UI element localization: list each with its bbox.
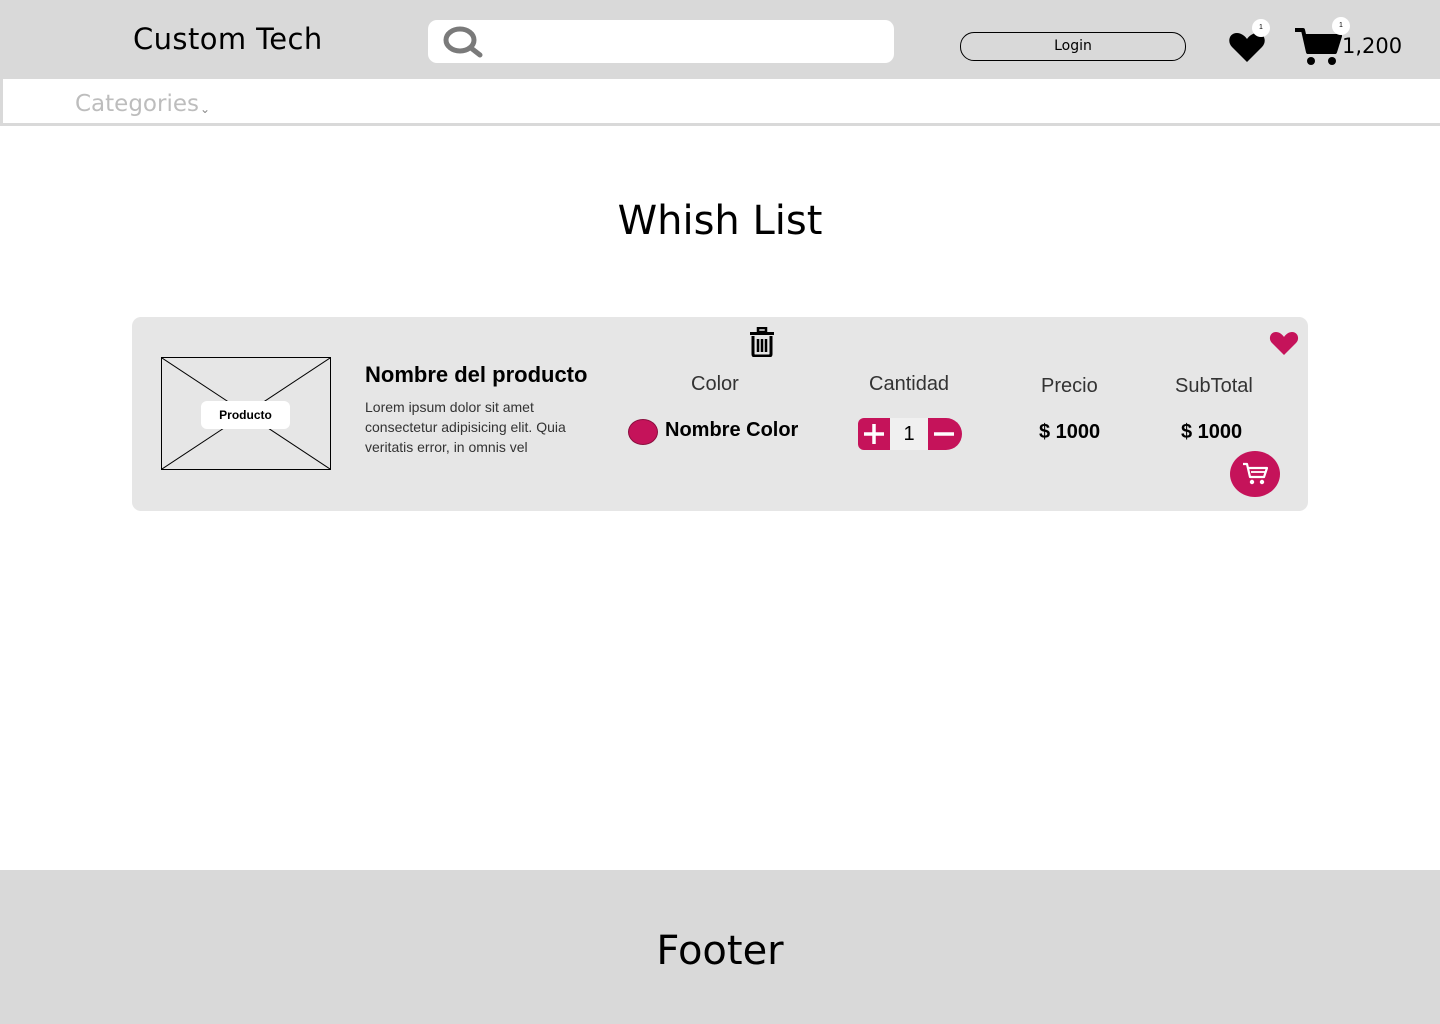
- search-icon[interactable]: [442, 26, 484, 58]
- product-image-label: Producto: [201, 401, 290, 429]
- column-header-color: Color: [691, 373, 739, 395]
- categories-label: Categories: [75, 91, 199, 117]
- cart-count-badge: 1: [1332, 17, 1350, 35]
- color-swatch[interactable]: [628, 419, 658, 445]
- categories-bar: Categories⌄: [0, 79, 1440, 126]
- product-price: $ 1000: [1039, 421, 1101, 443]
- top-header: Custom Tech Login 1 1 1,200: [0, 0, 1440, 79]
- trash-icon[interactable]: [749, 327, 775, 357]
- page-title: Whish List: [617, 198, 823, 244]
- footer-label: Footer: [656, 928, 784, 974]
- favorite-heart-icon[interactable]: [1269, 330, 1299, 356]
- categories-dropdown[interactable]: Categories⌄: [75, 91, 210, 117]
- favorites-count-badge: 1: [1252, 19, 1270, 37]
- product-name[interactable]: Nombre del producto: [365, 362, 587, 388]
- brand-logo[interactable]: Custom Tech: [133, 22, 323, 56]
- column-header-subtotal: SubTotal: [1175, 375, 1253, 397]
- increase-quantity-button[interactable]: [858, 418, 890, 450]
- chevron-down-icon: ⌄: [199, 102, 211, 116]
- search-input[interactable]: [492, 26, 882, 57]
- product-description: Lorem ipsum dolor sit amet consectetur a…: [365, 399, 566, 455]
- minus-icon: [934, 432, 954, 436]
- search-bar[interactable]: [428, 20, 894, 63]
- quantity-stepper: 1: [858, 418, 962, 450]
- decrease-quantity-button[interactable]: [928, 418, 962, 450]
- login-button[interactable]: Login: [960, 32, 1186, 61]
- column-header-price: Precio: [1041, 375, 1098, 397]
- plus-icon: [864, 424, 884, 444]
- product-image-placeholder[interactable]: Producto: [161, 357, 331, 470]
- shopping-cart-icon: [1243, 462, 1268, 485]
- footer: Footer: [0, 870, 1440, 1024]
- wishlist-item-card: Producto Nombre del producto Lorem ipsum…: [132, 317, 1308, 511]
- add-to-cart-button[interactable]: [1230, 451, 1280, 497]
- column-header-quantity: Cantidad: [869, 373, 950, 395]
- product-subtotal: $ 1000: [1181, 421, 1243, 443]
- cart-total: 1,200: [1342, 34, 1403, 58]
- quantity-value[interactable]: 1: [890, 418, 928, 450]
- color-name: Nombre Color: [665, 419, 799, 441]
